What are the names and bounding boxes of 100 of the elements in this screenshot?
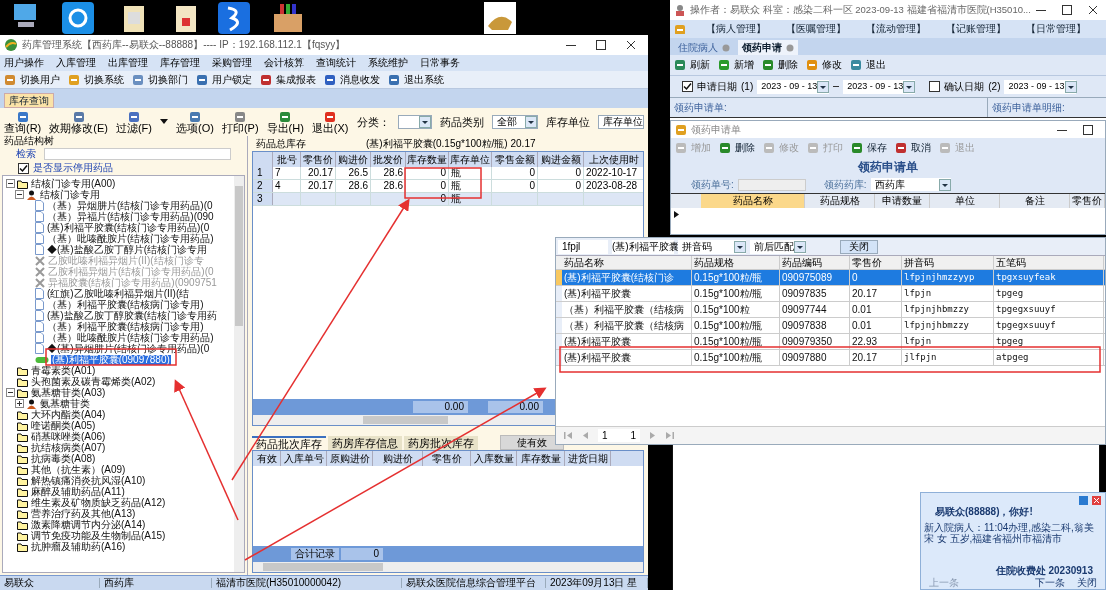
toolbar-button[interactable]: 打印(P) [221,110,259,134]
tree-item[interactable]: 青霉素类(A01) [30,365,97,376]
toolbar-button[interactable]: 消息收发 [324,73,380,86]
tab[interactable]: 药房库存信息 [328,436,402,450]
menu-item[interactable]: 查询统计 [316,58,356,68]
tree-item[interactable]: (基)利福平胶囊(结核门诊专用药品)(0 [46,222,211,233]
date-field[interactable]: 2023 - 09 - 13 [843,79,916,94]
toolbar-button[interactable]: 退出(X) [311,110,349,134]
column-header[interactable]: 单位 [930,194,1000,208]
table-row[interactable]: (基)利福平胶囊 0.15g*100粒/瓶 09097835 20.17 lfpjn tpgeg [556,286,1105,302]
tree-item[interactable]: 营养治疗药及其他(A13) [30,508,137,519]
menu-item[interactable]: 【医嘱管理】 [786,24,846,34]
toolbar-button[interactable]: 修改 [806,59,842,71]
toolbar-button[interactable]: 退出 [850,59,886,71]
maximize-icon[interactable] [1083,124,1093,135]
tree-item[interactable]: （基）利福平胶囊(结核病门诊专用) [46,299,205,310]
search-field[interactable]: 1fpjl [558,239,608,254]
expand-icon[interactable] [15,399,24,408]
toolbar-button[interactable]: 切换用户 [4,73,60,86]
scroll-thumb[interactable] [263,563,383,571]
column-header[interactable]: 药品编码 [780,256,850,269]
tree-item[interactable]: （基）异福片(结核门诊专用药品)(090 [46,211,215,222]
column-header[interactable]: 零售价 [423,451,471,466]
dropdown-caret-icon[interactable] [794,240,806,253]
tab[interactable]: 库存查询 [4,93,54,108]
column-header[interactable]: 上次使用时 [584,152,643,167]
toolbar-button[interactable]: 保存 [851,142,887,154]
toolbar-button[interactable]: 新增 [718,59,754,71]
stock-unit-field[interactable]: 库存单位 [598,115,644,129]
toolbar-button[interactable]: 删除 [762,59,798,71]
tree-item[interactable]: (基)利福平胶囊(09097880) [51,354,171,365]
column-header[interactable]: 有效 [253,451,281,466]
tree-item[interactable]: 大环内酯类(A04) [30,409,107,420]
column-header[interactable]: 药品规格 [805,194,875,208]
menu-item[interactable]: 【记账管理】 [946,24,1006,34]
toolbar-button[interactable]: 选项(O) [176,110,214,134]
tree-item[interactable]: 抗病毒类(A08) [30,453,97,464]
tree-item[interactable]: 结核门诊专用(A00) [30,178,117,189]
toolbar-button[interactable]: 效期修改(E) [49,110,108,134]
column-header[interactable]: 拼音码 [902,256,994,269]
maximize-icon[interactable] [596,40,606,50]
column-header[interactable]: 库存数量 [406,152,449,167]
checkbox-label[interactable]: 是否显示停用药品 [33,163,113,173]
close-button[interactable]: 关闭 [840,239,878,254]
checkbox[interactable] [18,162,29,174]
tree-item[interactable]: 其他（抗生素）(A09) [30,464,127,475]
collapse-icon[interactable] [6,179,15,188]
table-row[interactable]: (基)利福平胶囊 0.15g*100粒/瓶 09097880 20.17 jlfpjn atpgeg [556,350,1105,366]
tree-item[interactable]: 激素降糖调节内分泌(A14) [30,519,147,530]
tree-item[interactable]: 喹诺酮类(A05) [30,420,97,431]
dropdown-caret-icon[interactable] [903,80,916,93]
menu-item[interactable]: 系统维护 [368,58,408,68]
menu-item[interactable]: 出库管理 [108,58,148,68]
search-field[interactable] [44,148,231,160]
tab[interactable]: 领药申请 [738,40,798,55]
column-header[interactable]: 零售价 [301,152,336,167]
toolbar-button[interactable]: 切换系统 [68,73,124,86]
column-header[interactable]: 批号 [273,152,301,167]
toolbar-button[interactable]: 切换部门 [132,73,188,86]
tree-item[interactable]: （基）吡嗪酰胺片(结核门诊专用药品) [46,233,215,244]
dropdown-caret-icon[interactable] [938,178,951,191]
checkbox[interactable] [929,81,941,92]
valid-button[interactable]: 使有效 [500,435,564,450]
table-row[interactable]: （基）利福平胶囊（结核病 0.15g*100粒 09097744 0.01 lfpjnjhbmzzy tpgegxsuuyf [556,302,1105,318]
toolbar-button[interactable]: 查询(R) [4,110,42,134]
table-row[interactable]: (基)利福平胶囊(结核门诊 0.15g*100粒/瓶 090975089 0 lfpjnjhmzzyyp tpgxsuyfeak [556,270,1105,286]
column-header[interactable]: 零售金额 [492,152,538,167]
page-field[interactable]: 1 1 [598,429,640,442]
toolbar-button[interactable]: 取消 [895,142,931,154]
maximize-icon[interactable] [1062,5,1072,15]
column-header[interactable]: 备注 [1000,194,1070,208]
dropdown-caret-icon[interactable] [817,80,830,93]
column-header[interactable]: 入库数量 [471,451,517,466]
tab[interactable]: 住院病人 [674,40,734,55]
tree-item[interactable]: 硝基咪唑类(A06) [30,431,107,442]
toolbar-button[interactable]: 集成报表 [260,73,316,86]
menu-item[interactable]: 【病人管理】 [706,24,766,34]
row-header[interactable] [556,334,562,349]
tree-item[interactable]: （基）吡嗪酰胺片(结核门诊专用药品) [46,332,215,343]
column-header[interactable]: 库存数量 [517,451,565,466]
tree-item[interactable]: 麻醉及辅助药品(A11) [30,486,126,497]
tree-item[interactable]: ◆(基)盐酸乙胺丁醇片(结核门诊专用 [46,244,208,255]
tree-item[interactable]: 氨基糖苷类(A03) [30,387,107,398]
toolbar-button[interactable]: 用户锁定 [196,73,252,86]
column-header[interactable]: 申请数量 [875,194,930,208]
column-header[interactable]: 进货日期 [565,451,611,466]
menu-item[interactable]: 采购管理 [212,58,252,68]
menu-item[interactable]: 入库管理 [56,58,96,68]
number-field[interactable] [737,178,806,191]
tree-item[interactable]: 抗肿瘤及辅助药(A16) [30,541,127,552]
tree-item[interactable]: 头孢菌素及碳青霉烯类(A02) [30,376,157,387]
match-select[interactable]: 前后匹配 [750,239,806,254]
notification-link[interactable]: 关闭 [1077,577,1097,588]
checkbox[interactable] [682,81,693,92]
menu-item[interactable]: 日常事务 [420,58,460,68]
column-header[interactable]: 药品名称 [701,194,805,208]
toolbar-button[interactable]: 过滤(F) [115,110,152,134]
row-header[interactable] [556,350,562,365]
box-icon[interactable] [272,2,304,34]
toolbar-button[interactable]: 刷新 [674,59,710,71]
